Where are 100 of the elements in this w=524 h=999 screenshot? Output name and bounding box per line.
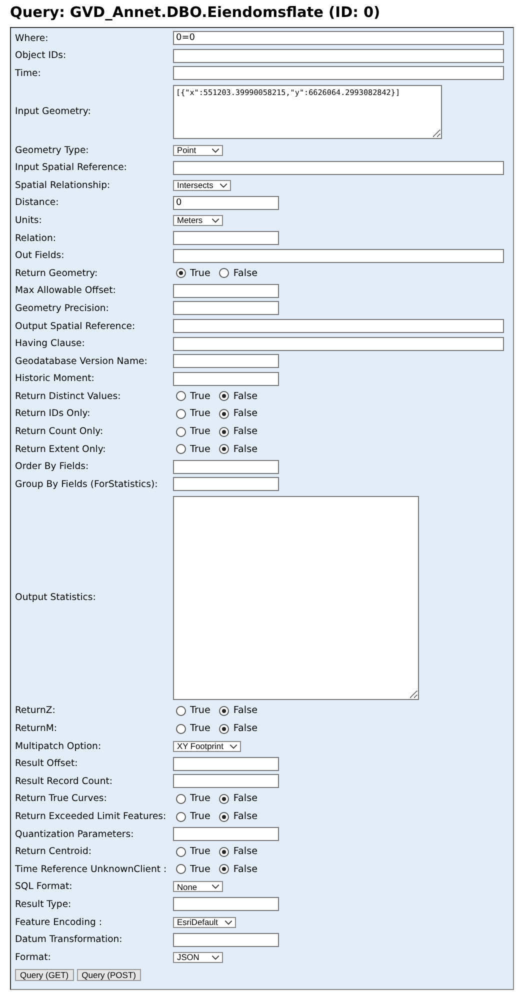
field-label: Datum Transformation: [15, 934, 124, 946]
text-field[interactable] [173, 319, 504, 334]
radio-label: False [233, 811, 258, 822]
dropdown[interactable]: EsriDefault [173, 916, 236, 928]
text-field[interactable] [173, 354, 279, 368]
radio-button[interactable] [176, 426, 186, 437]
field-label: Result Type: [15, 898, 72, 910]
radio-button[interactable] [219, 706, 230, 716]
field-label: Return Distinct Values: [15, 390, 122, 402]
page-title: Query: GVD_Annet.DBO.Eiendomsflate (ID: 0) [9, 4, 382, 23]
field-label: Historic Moment: [15, 373, 96, 384]
field-label: Multipatch Option: [15, 740, 102, 752]
radio-button[interactable] [219, 864, 230, 874]
radio-button[interactable] [219, 812, 230, 822]
dropdown[interactable]: Intersects [173, 180, 232, 191]
radio-label: False [233, 705, 258, 716]
text-field[interactable] [173, 372, 279, 386]
radio-label: True [190, 723, 210, 734]
radio-button[interactable] [176, 864, 186, 874]
text-field[interactable] [173, 756, 279, 771]
radio-button[interactable] [219, 724, 230, 734]
radio-button[interactable] [176, 812, 186, 822]
chevron-down-icon [229, 744, 238, 749]
text-field[interactable] [173, 66, 504, 80]
field-label: Geometry Precision: [15, 302, 110, 314]
text-field[interactable] [173, 827, 279, 842]
chevron-down-icon [219, 182, 228, 188]
field-label: Return Exceeded Limit Features: [15, 811, 168, 822]
field-label: Feature Encoding : [15, 916, 104, 928]
field-label: Return Count Only: [15, 426, 104, 438]
field-label: Input Spatial Reference: [15, 162, 128, 174]
radio-label: True [190, 864, 210, 875]
field-label: Units: [15, 214, 43, 226]
radio-button[interactable] [219, 426, 230, 437]
radio-button[interactable] [219, 408, 230, 419]
radio-label: True [190, 408, 210, 420]
text-field[interactable] [173, 301, 279, 316]
radio-button[interactable] [219, 391, 230, 402]
field-label: Return IDs Only: [15, 408, 92, 420]
query-button[interactable]: Query (POST) [76, 968, 141, 981]
radio-button[interactable] [219, 846, 230, 857]
text-field[interactable]: 0=0 [173, 31, 504, 46]
field-label: Max Allowable Offset: [15, 285, 117, 296]
radio-button[interactable] [176, 846, 186, 857]
text-field[interactable]: 0 [173, 196, 279, 210]
radio-button[interactable] [176, 794, 186, 804]
radio-button[interactable] [219, 268, 230, 278]
chevron-down-icon [224, 920, 233, 925]
field-label: Result Offset: [15, 758, 79, 770]
radio-label: True [190, 793, 210, 804]
field-label: Time: [15, 68, 42, 79]
text-field[interactable] [173, 48, 504, 63]
field-label: Return Geometry: [15, 268, 99, 279]
radio-label: False [233, 444, 258, 455]
radio-button[interactable] [176, 408, 186, 419]
field-label: Quantization Parameters: [15, 828, 135, 840]
text-field[interactable] [173, 160, 504, 175]
radio-label: True [190, 846, 210, 858]
chevron-down-icon [211, 884, 220, 890]
text-field[interactable] [173, 248, 504, 263]
text-field[interactable] [173, 774, 279, 788]
radio-button[interactable] [176, 268, 186, 278]
field-label: Return True Curves: [15, 793, 108, 804]
radio-label: True [190, 390, 210, 402]
radio-button[interactable] [219, 444, 230, 454]
text-field[interactable] [173, 336, 504, 351]
radio-label: False [233, 846, 258, 858]
field-label: Geodatabase Version Name: [15, 356, 148, 367]
radio-label: False [233, 793, 258, 804]
radio-button[interactable] [176, 706, 186, 716]
radio-button[interactable] [219, 794, 230, 804]
radio-button[interactable] [176, 391, 186, 402]
field-label: Input Geometry: [15, 106, 92, 118]
text-field[interactable] [173, 897, 279, 912]
query-button[interactable]: Query (GET) [15, 968, 74, 981]
radio-label: False [233, 426, 258, 438]
dropdown[interactable]: Point [173, 144, 223, 156]
radio-button[interactable] [176, 724, 186, 734]
text-field[interactable] [173, 932, 279, 947]
field-label: SQL Format: [15, 881, 74, 892]
dropdown[interactable]: XY Footprint [173, 740, 242, 752]
radio-label: False [233, 408, 258, 420]
dropdown[interactable]: None [173, 881, 223, 892]
field-label: Out Fields: [15, 250, 66, 262]
field-label: Where: [15, 32, 50, 44]
field-label: Distance: [15, 197, 60, 208]
text-field[interactable] [173, 231, 279, 246]
field-label: Result Record Count: [15, 776, 114, 787]
text-field[interactable] [173, 284, 279, 298]
field-label: Object IDs: [15, 50, 68, 62]
field-label: Group By Fields (ForStatistics): [15, 478, 159, 490]
dropdown[interactable]: JSON [173, 952, 223, 963]
text-field[interactable] [173, 460, 279, 474]
radio-button[interactable] [176, 444, 186, 454]
text-field[interactable] [173, 477, 279, 492]
field-label: ReturnM: [15, 723, 58, 734]
radio-label: True [190, 426, 210, 438]
chevron-down-icon [211, 218, 220, 223]
dropdown[interactable]: Meters [173, 214, 223, 226]
field-label: Time Reference UnknownClient : [15, 864, 168, 875]
